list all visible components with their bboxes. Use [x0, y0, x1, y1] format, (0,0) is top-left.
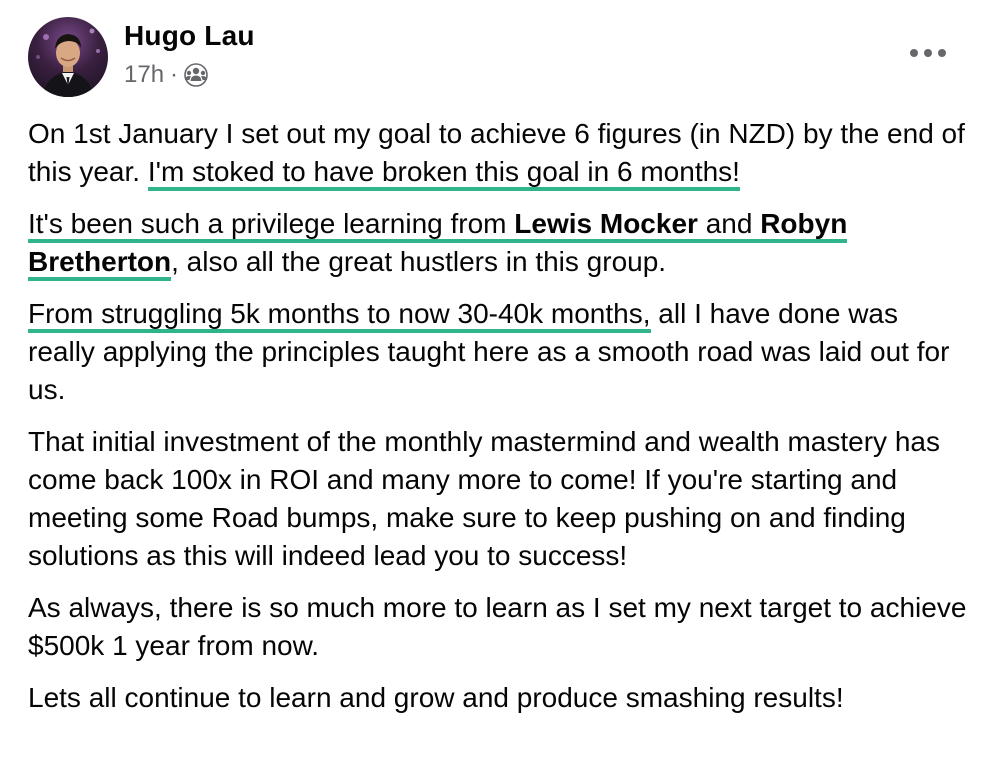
p3-highlight: From struggling 5k months to now 30-40k …	[28, 298, 651, 333]
more-dot	[910, 49, 918, 57]
avatar-photo	[36, 28, 100, 97]
group-icon[interactable]	[184, 63, 208, 87]
paragraph-5: As always, there is so much more to lear…	[28, 592, 967, 661]
paragraph-1: On 1st January I set out my goal to achi…	[28, 115, 968, 191]
p2-rest: , also all the great hustlers in this gr…	[171, 246, 667, 277]
mention-lewis-mocker[interactable]: Lewis Mocker	[514, 208, 698, 243]
post-body: On 1st January I set out my goal to achi…	[28, 115, 968, 731]
post-meta: 17h ·	[124, 61, 208, 89]
more-dot	[938, 49, 946, 57]
mention-robyn[interactable]: Robyn	[760, 208, 848, 243]
more-dot	[924, 49, 932, 57]
mention-bretherton[interactable]: Bretherton	[28, 246, 172, 281]
author-name[interactable]: Hugo Lau	[124, 20, 255, 52]
facebook-post: Hugo Lau 17h · On 1st January I set out …	[0, 0, 992, 780]
paragraph-3: From struggling 5k months to now 30-40k …	[28, 295, 968, 409]
avatar[interactable]	[28, 17, 108, 97]
post-timestamp[interactable]: 17h	[124, 61, 164, 89]
p2-and: and	[697, 208, 761, 243]
p1-highlight: I'm stoked to have broken this goal in 6…	[147, 156, 740, 191]
paragraph-6: Lets all continue to learn and grow and …	[28, 682, 844, 713]
more-options-icon[interactable]	[910, 46, 946, 60]
paragraph-2: It's been such a privilege learning from…	[28, 205, 968, 281]
meta-separator: ·	[170, 61, 179, 88]
paragraph-4: That initial investment of the monthly m…	[28, 426, 940, 571]
p2-highlight-text: It's been such a privilege learning from	[28, 208, 515, 243]
